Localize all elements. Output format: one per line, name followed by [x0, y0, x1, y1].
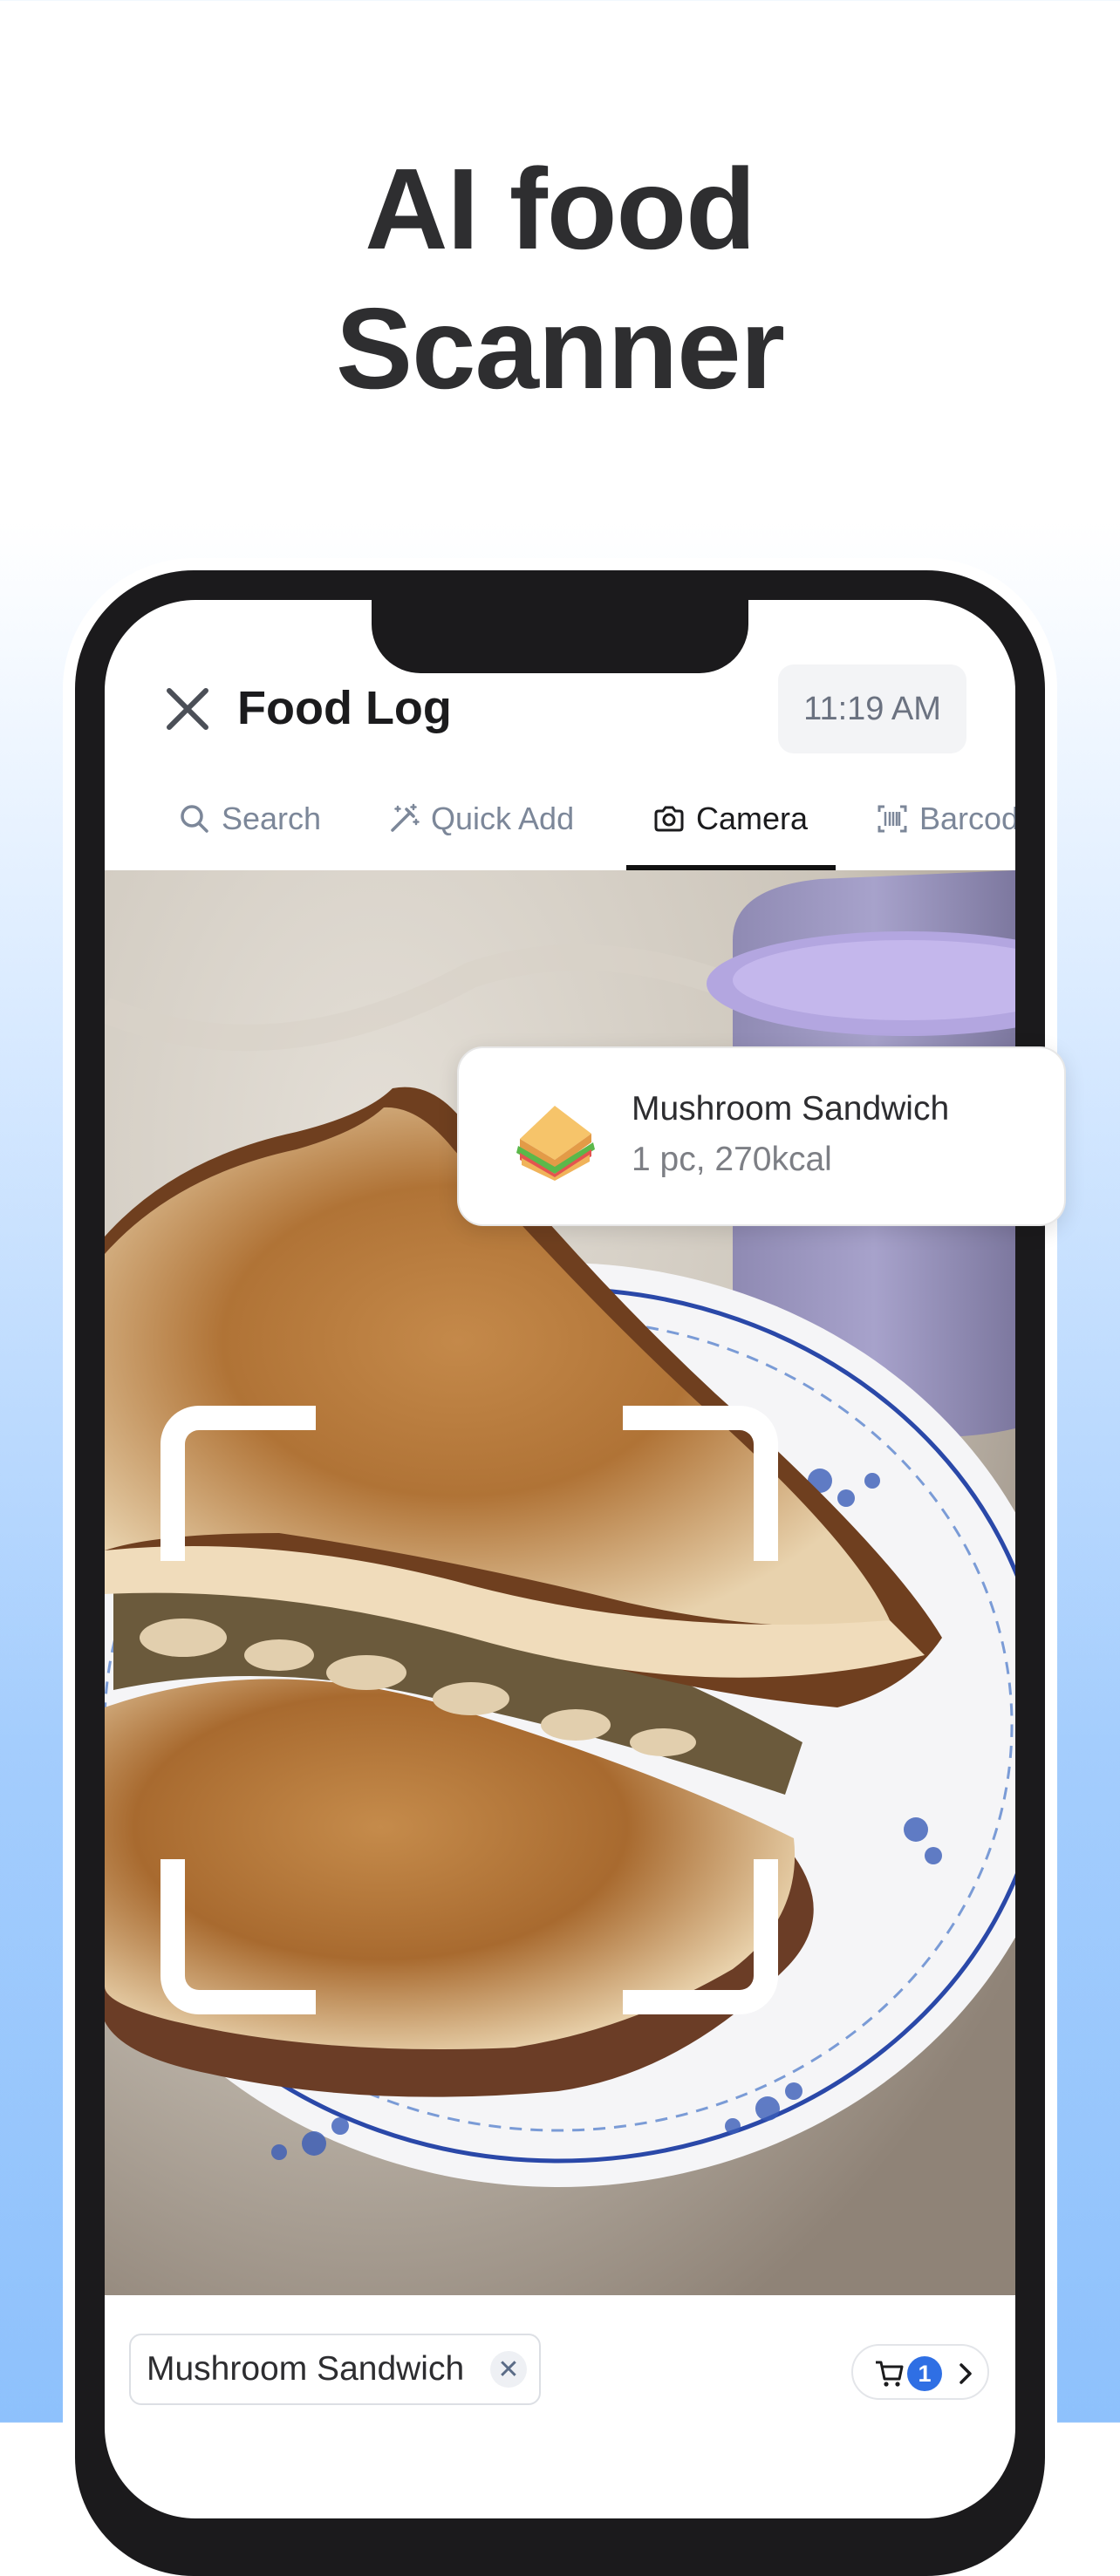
cart-icon: [876, 2361, 904, 2387]
cart-count-badge: 1: [907, 2356, 942, 2391]
search-icon: [181, 805, 208, 833]
headline: AI food Scanner: [0, 140, 1120, 419]
scan-frame-corner-bottom-right: [623, 1859, 778, 2014]
scan-frame-corner-bottom-left: [160, 1859, 316, 2014]
camera-icon: [654, 806, 684, 832]
time-display: 11:19 AM: [778, 664, 966, 753]
chevron-right-icon: [960, 2363, 972, 2384]
barcode-icon: [878, 805, 907, 833]
magic-wand-icon: [391, 803, 420, 832]
tab-barcode[interactable]: Barcode: [876, 767, 1015, 870]
scan-frame-corner-top-left: [160, 1406, 316, 1561]
sandwich-icon: [516, 1106, 595, 1181]
headline-line-1: AI food: [365, 145, 756, 273]
remove-chip-button[interactable]: ✕: [490, 2351, 527, 2388]
tab-quick-add[interactable]: Quick Add: [387, 767, 574, 870]
tab-bar: Search Quick Add Camera Barcode: [105, 767, 1015, 872]
selected-food-chip-label: Mushroom Sandwich: [147, 2350, 465, 2388]
scan-result-meta: 1 pc, 270kcal: [632, 1141, 832, 1178]
tab-camera-label: Camera: [696, 801, 809, 836]
scan-frame-corner-top-right: [623, 1406, 778, 1561]
scan-result-name: Mushroom Sandwich: [632, 1090, 950, 1128]
cart-button[interactable]: 1: [851, 2344, 989, 2400]
tab-barcode-label: Barcode: [919, 801, 1015, 836]
tab-camera[interactable]: Camera: [652, 767, 808, 870]
selected-food-chip[interactable]: Mushroom Sandwich: [129, 2334, 541, 2405]
tab-search[interactable]: Search: [178, 767, 321, 870]
close-icon[interactable]: [162, 684, 213, 734]
tab-search-label: Search: [222, 801, 322, 836]
headline-line-2: Scanner: [336, 284, 785, 412]
phone-notch: [372, 593, 748, 673]
close-icon: ✕: [497, 2355, 520, 2384]
page-title: Food Log: [237, 682, 452, 734]
scan-result-card[interactable]: Mushroom Sandwich 1 pc, 270kcal: [457, 1046, 1066, 1226]
tab-quick-add-label: Quick Add: [431, 801, 575, 836]
